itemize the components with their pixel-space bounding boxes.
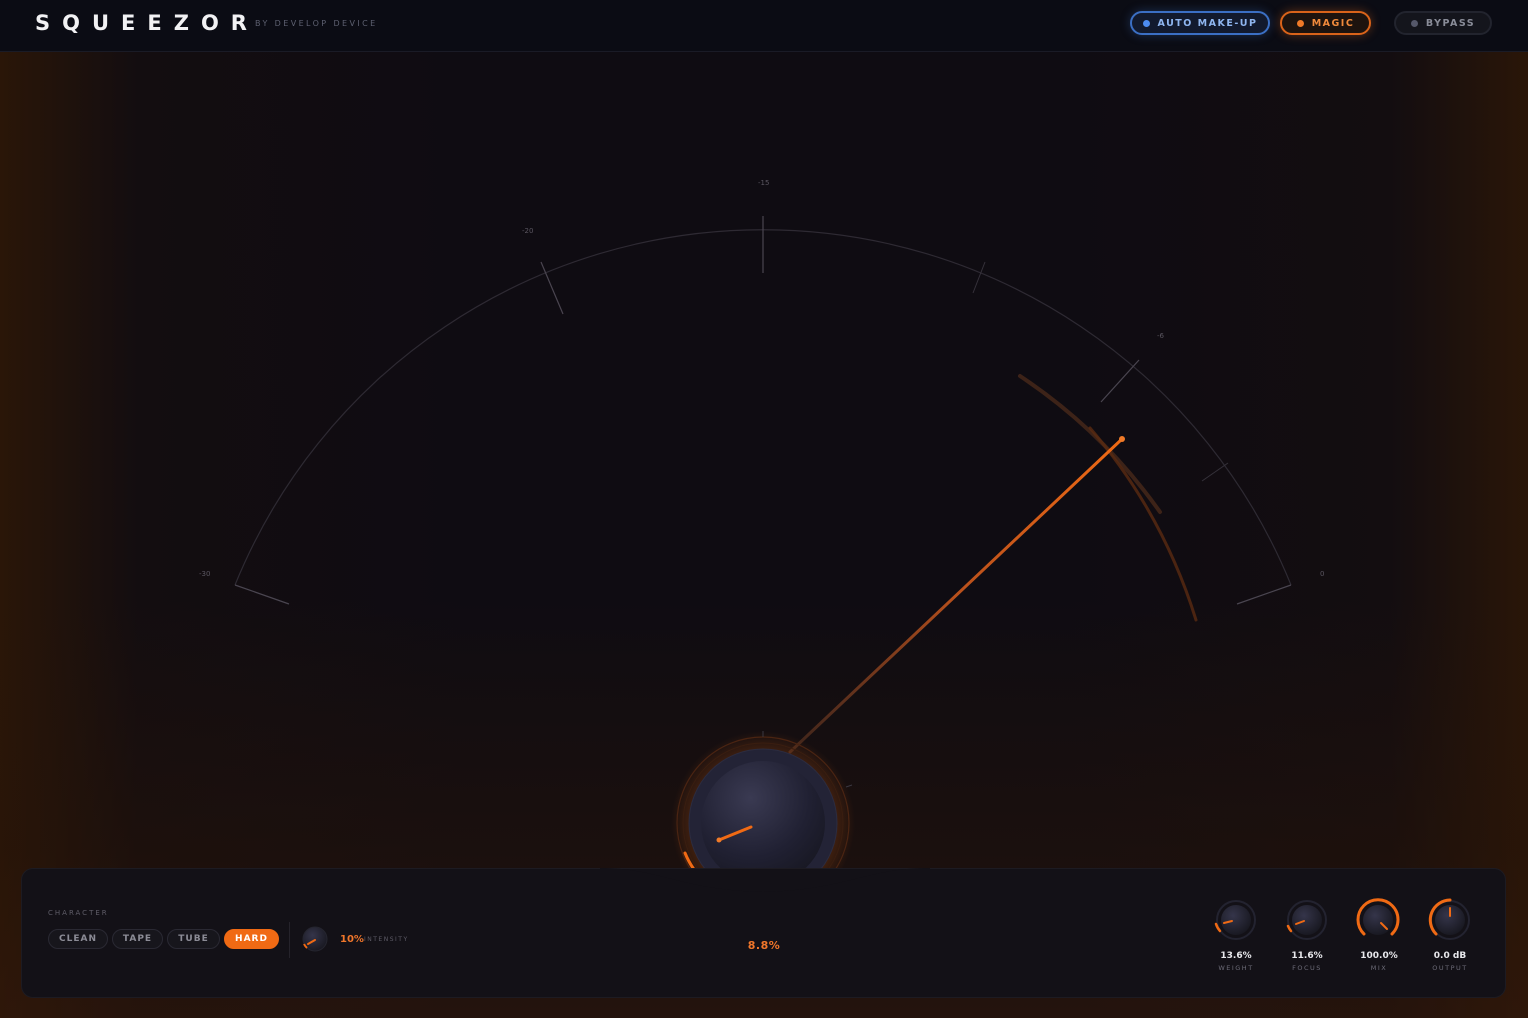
- character-hard-button[interactable]: HARD: [224, 929, 279, 949]
- meter-tick: [234, 584, 290, 605]
- divider: [289, 922, 290, 958]
- focus-value: 11.6%: [1291, 951, 1323, 961]
- scale-label-m20: -20: [522, 227, 533, 235]
- focus-knob[interactable]: [1281, 895, 1333, 947]
- output-knob[interactable]: [1424, 895, 1476, 947]
- panel-notch: [600, 868, 930, 900]
- weight-value: 13.6%: [1220, 951, 1252, 961]
- scale-label-m30: -30: [199, 570, 210, 578]
- weight-label: WEIGHT: [1218, 964, 1254, 972]
- meter-tick: [1100, 359, 1140, 403]
- meter-needle: [788, 437, 1124, 754]
- meter-tick: [1201, 462, 1229, 482]
- scale-label-zero: 0: [1320, 570, 1324, 578]
- needle-tip: [1119, 436, 1125, 442]
- character-label: CHARACTER: [48, 909, 109, 917]
- mix-knob[interactable]: [1352, 895, 1404, 947]
- character-clean-button[interactable]: CLEAN: [48, 929, 108, 949]
- scale-label-m15: -15: [758, 179, 769, 187]
- character-tape-button[interactable]: TAPE: [112, 929, 163, 949]
- focus-label: FOCUS: [1292, 964, 1322, 972]
- meter-tick: [972, 261, 986, 294]
- mix-value: 100.0%: [1360, 951, 1398, 961]
- intensity-knob[interactable]: [300, 925, 332, 955]
- mix-label: MIX: [1370, 964, 1388, 972]
- peak-trail: [1088, 426, 1198, 622]
- intensity-label: INTENSITY: [364, 936, 409, 943]
- meter-arc: [234, 229, 1292, 586]
- weight-knob[interactable]: [1210, 895, 1262, 947]
- scale-label-m6: -6: [1157, 332, 1165, 340]
- main-knob-value: 8.8%: [747, 939, 781, 952]
- output-label: OUTPUT: [1432, 964, 1468, 972]
- meter-tick: [1236, 584, 1292, 605]
- peak-trail: [1018, 374, 1162, 514]
- output-value: 0.0 dB: [1433, 951, 1467, 961]
- character-tube-button[interactable]: TUBE: [167, 929, 220, 949]
- intensity-value: 10%: [340, 934, 364, 945]
